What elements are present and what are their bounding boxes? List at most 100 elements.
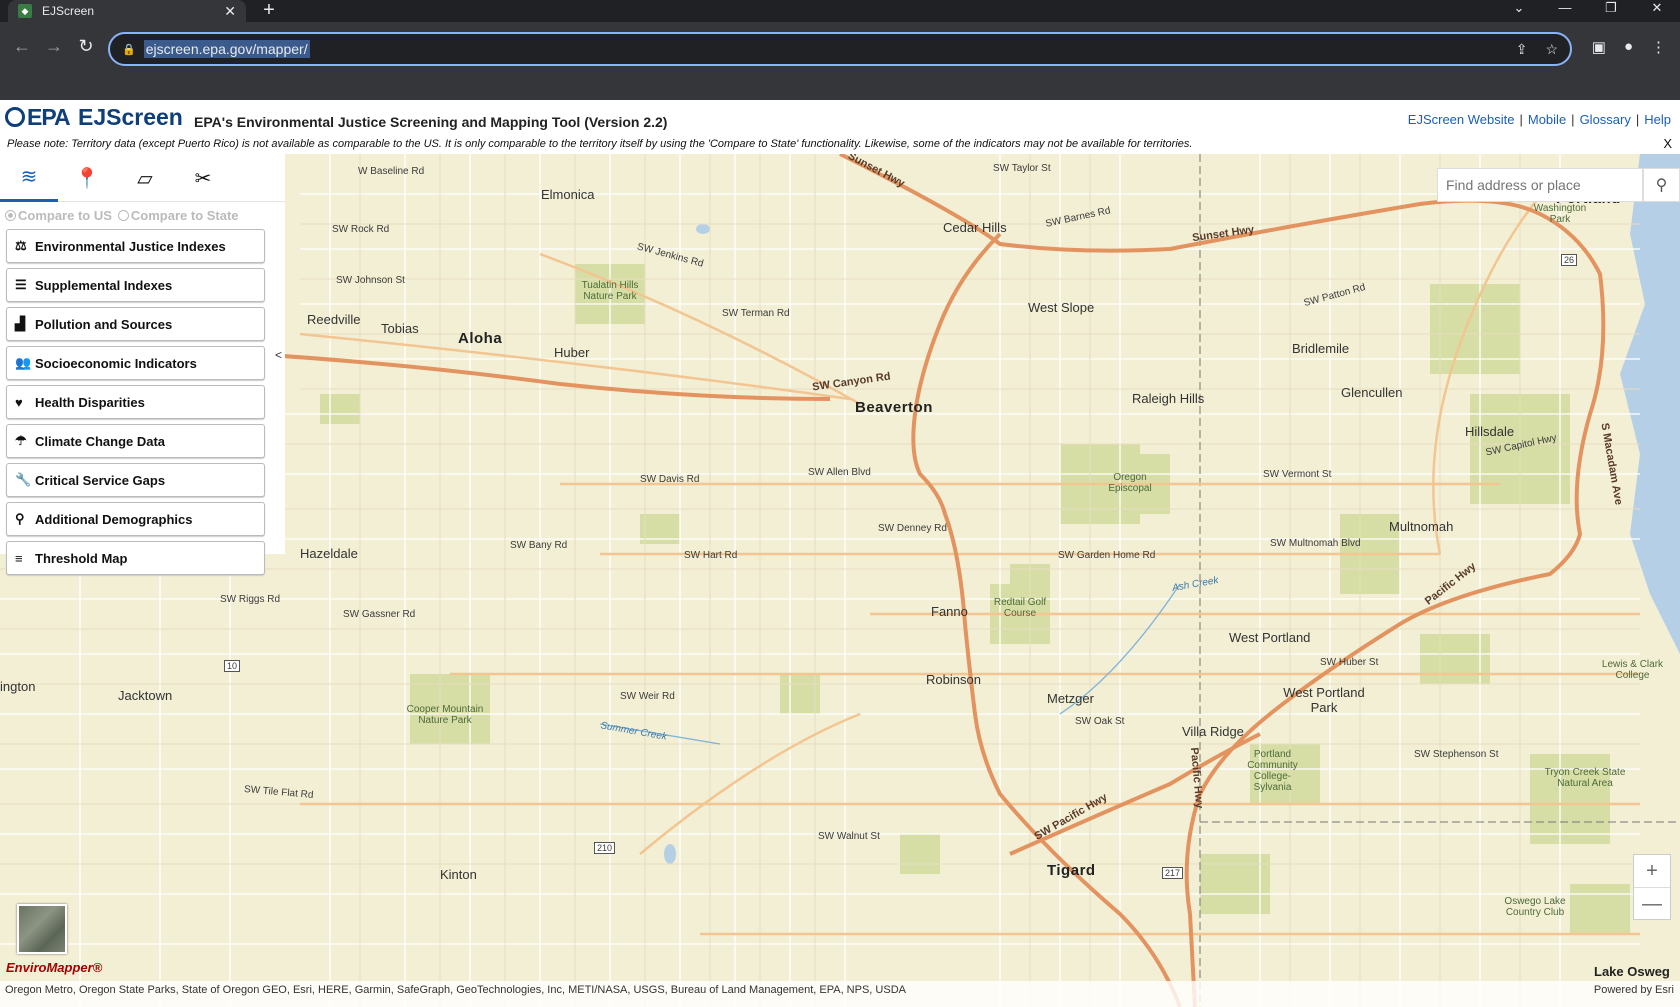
label-hillsdale: Hillsdale [1465, 424, 1515, 439]
notice-close-button[interactable]: X [1663, 136, 1672, 151]
browser-menu-icon[interactable]: ⋮ [1651, 38, 1666, 56]
label-cooper-mountain-park: Cooper Mountain Nature Park [406, 704, 484, 726]
back-arrow-icon[interactable]: ← [10, 36, 34, 57]
menu-label: Socioeconomic Indicators [35, 355, 197, 371]
label-hart-rd: SW Hart Rd [684, 550, 738, 561]
powered-by-esri[interactable]: Powered by Esri [1594, 984, 1674, 996]
compare-state-radio[interactable]: Compare to State [117, 206, 239, 224]
menu-label: Threshold Map [35, 550, 128, 566]
close-window-icon[interactable]: ✕ [1634, 0, 1680, 22]
label-ington: ington [0, 679, 36, 694]
url-text[interactable]: ejscreen.epa.gov/mapper/ [143, 40, 310, 58]
menu-label: Pollution and Sources [35, 316, 173, 332]
territory-notice: Please note: Territory data (except Puer… [7, 138, 1193, 150]
layers-icon[interactable]: ≋ [0, 154, 58, 202]
attribution-text: Oregon Metro, Oregon State Parks, State … [5, 984, 906, 996]
link-ejscreen-website[interactable]: EJScreen Website [1408, 112, 1515, 127]
page: EPA EJScreen EPA's Environmental Justice… [0, 100, 1680, 1007]
menu-threshold-map[interactable]: ≡ Threshold Map [6, 541, 265, 575]
minimize-icon[interactable]: — [1542, 0, 1588, 22]
label-tualatin-hills-park: Tualatin Hills Nature Park [581, 280, 639, 302]
basemap-gallery-thumbnail[interactable] [17, 904, 67, 954]
menu-health-disparities[interactable]: ♥ Health Disparities [6, 385, 265, 419]
browser-tab[interactable]: ◆ EJScreen ✕ [8, 0, 246, 22]
label-glencullen: Glencullen [1341, 385, 1403, 400]
menu-supplemental-indexes[interactable]: ☰ Supplemental Indexes [6, 268, 265, 302]
radio-icon [5, 209, 16, 221]
share-icon[interactable]: ⇪ [1516, 41, 1528, 58]
new-tab-button[interactable]: + [258, 0, 280, 22]
map-search-box[interactable] [1437, 168, 1643, 202]
label-lake-oswego: Lake Osweg [1594, 964, 1670, 979]
epa-globe-icon [5, 107, 25, 127]
notes-icon[interactable]: ▱ [116, 154, 174, 202]
panel-collapse-button[interactable]: < [275, 348, 282, 362]
menu-critical-service-gaps[interactable]: 🔧 Critical Service Gaps [6, 463, 265, 497]
radio-icon [117, 209, 129, 221]
tab-close-icon[interactable]: ✕ [224, 3, 236, 20]
browser-toolbar: ← → ↻ 🔒 ejscreen.epa.gov/mapper/ ⇪ ☆ ▣ ●… [0, 22, 1680, 100]
label-hazeldale: Hazeldale [300, 546, 358, 561]
compare-us-radio[interactable]: Compare to US [5, 206, 112, 224]
site-header: EPA EJScreen EPA's Environmental Justice… [0, 100, 1680, 140]
label-west-portland-park: West Portland Park [1283, 685, 1365, 715]
menu-label: Health Disparities [35, 394, 145, 410]
forward-arrow-icon[interactable]: → [42, 36, 66, 57]
label-denney-rd: SW Denney Rd [878, 523, 947, 534]
list-icon: ☰ [15, 277, 27, 292]
label-huber: Huber [554, 345, 590, 360]
menu-pollution-sources[interactable]: ▟ Pollution and Sources [6, 307, 265, 341]
label-reedville: Reedville [307, 312, 361, 327]
reload-icon[interactable]: ↻ [74, 36, 98, 57]
restore-icon[interactable]: ❐ [1588, 0, 1634, 22]
menu-socioeconomic[interactable]: 👥 Socioeconomic Indicators [6, 346, 265, 380]
enviromapper-logo: EnviroMapper® [6, 960, 103, 975]
label-tryon-creek: Tryon Creek State Natural Area [1544, 767, 1626, 789]
menu-climate-change[interactable]: ☂ Climate Change Data [6, 424, 265, 458]
label-bany-rd: SW Bany Rd [510, 540, 568, 551]
compare-options: Compare to US Compare to State [0, 202, 285, 224]
label-rock-rd: SW Rock Rd [332, 224, 390, 235]
label-johnson-st: SW Johnson St [336, 275, 405, 286]
side-panel-icon[interactable]: ▣ [1592, 38, 1606, 56]
map-search-input[interactable] [1446, 177, 1606, 193]
address-bar[interactable]: 🔒 ejscreen.epa.gov/mapper/ ⇪ ☆ [108, 32, 1572, 66]
label-huber-st: SW Huber St [1320, 657, 1379, 668]
label-kinton: Kinton [440, 867, 477, 882]
tab-search-icon[interactable]: ⌄ [1496, 0, 1542, 22]
epa-logo[interactable]: EPA [5, 104, 71, 131]
bookmark-star-icon[interactable]: ☆ [1545, 41, 1558, 58]
label-oswego-cc: Oswego Lake Country Club [1504, 896, 1566, 918]
label-tobias: Tobias [381, 321, 419, 336]
label-allen-blvd: SW Allen Blvd [808, 467, 871, 478]
label-baseline-rd: W Baseline Rd [358, 166, 425, 177]
label-vermont-st: SW Vermont St [1263, 469, 1332, 480]
tab-title: EJScreen [42, 4, 95, 18]
lock-icon: 🔒 [122, 43, 136, 56]
label-oregon-episcopal: Oregon Episcopal [1108, 472, 1152, 494]
people-icon: 👥 [15, 355, 32, 370]
label-west-portland: West Portland [1229, 630, 1311, 645]
label-multnomah: Multnomah [1389, 519, 1454, 534]
zoom-in-button[interactable]: + [1634, 855, 1670, 887]
link-help[interactable]: Help [1644, 112, 1671, 127]
menu-additional-demographics[interactable]: ⚲ Additional Demographics [6, 502, 265, 536]
profile-icon[interactable]: ● [1624, 38, 1633, 56]
location-pin-icon[interactable]: 📍 [58, 154, 116, 202]
label-bridlemile: Bridlemile [1292, 341, 1350, 356]
epa-logo-text: EPA [27, 104, 71, 130]
menu-label: Critical Service Gaps [35, 472, 166, 488]
label-davis-rd: SW Davis Rd [640, 474, 700, 485]
menu-label: Climate Change Data [35, 433, 166, 449]
compare-state-label: Compare to State [130, 207, 239, 223]
browser-tabstrip: ◆ EJScreen ✕ + ⌄ — ❐ ✕ [0, 0, 1680, 22]
route-shield-210: 210 [594, 842, 616, 854]
link-glossary[interactable]: Glossary [1580, 112, 1631, 127]
label-fanno: Fanno [931, 604, 968, 619]
tools-icon[interactable]: ✂ [174, 154, 232, 202]
zoom-out-button[interactable]: — [1634, 887, 1670, 919]
label-gassner-rd: SW Gassner Rd [343, 609, 416, 620]
search-icon[interactable]: ⚲ [1643, 168, 1680, 202]
link-mobile[interactable]: Mobile [1528, 112, 1566, 127]
menu-ej-indexes[interactable]: ⚖ Environmental Justice Indexes [6, 229, 265, 263]
